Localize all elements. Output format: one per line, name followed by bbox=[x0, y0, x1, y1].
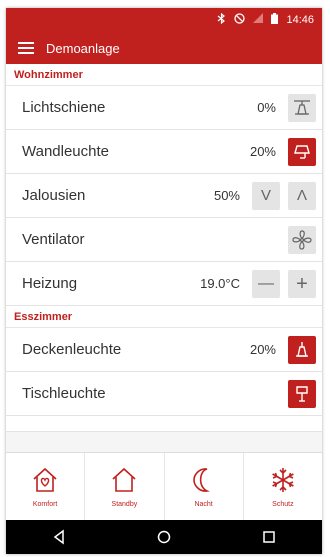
tab-schutz[interactable]: Schutz bbox=[244, 453, 322, 520]
device-label: Lichtschiene bbox=[22, 99, 106, 116]
blinds-up-button[interactable]: Λ bbox=[288, 181, 316, 210]
device-row-heizung[interactable]: Heizung 19.0°C — + bbox=[6, 262, 322, 306]
device-list[interactable]: Wohnzimmer Lichtschiene 0% Wandleuchte 2… bbox=[6, 64, 322, 468]
blinds-down-button[interactable]: V bbox=[252, 181, 280, 210]
device-row-jalousien[interactable]: Jalousien 50% V Λ bbox=[6, 174, 322, 218]
device-label: Wandleuchte bbox=[22, 143, 109, 160]
signal-icon bbox=[253, 13, 264, 27]
light-toggle-button[interactable] bbox=[288, 335, 316, 364]
snowflake-icon bbox=[272, 468, 294, 492]
section-header-esszimmer: Esszimmer bbox=[6, 306, 322, 328]
fan-icon bbox=[292, 229, 312, 250]
status-bar: 14:46 bbox=[6, 8, 322, 32]
table-lamp-icon bbox=[296, 385, 308, 402]
device-row-partial[interactable] bbox=[6, 416, 322, 432]
tab-label: Nacht bbox=[194, 501, 213, 508]
tab-label: Schutz bbox=[272, 501, 294, 508]
tab-label: Komfort bbox=[32, 501, 58, 508]
ceiling-lamp-icon bbox=[294, 99, 310, 115]
wall-lamp-icon bbox=[294, 144, 310, 159]
phone-screen: 14:46 Demoanlage Wohnzimmer Lichtschiene… bbox=[6, 8, 322, 554]
bluetooth-icon bbox=[217, 12, 226, 27]
device-row-ventilator[interactable]: Ventilator bbox=[6, 218, 322, 262]
chevron-down-icon: V bbox=[260, 187, 271, 204]
temperature-value: 19.0°C bbox=[200, 276, 240, 291]
temperature-increase-button[interactable]: + bbox=[288, 269, 316, 298]
tab-standby[interactable]: Standby bbox=[85, 453, 165, 520]
plus-icon: + bbox=[296, 272, 308, 295]
tab-label: Standby bbox=[111, 501, 138, 508]
device-value: 0% bbox=[257, 100, 276, 115]
minus-icon: — bbox=[258, 274, 274, 292]
device-value: 50% bbox=[213, 188, 240, 203]
device-value: 20% bbox=[249, 342, 276, 357]
status-time: 14:46 bbox=[286, 14, 314, 26]
device-label: Deckenleuchte bbox=[22, 341, 122, 358]
device-value: 20% bbox=[249, 144, 276, 159]
temperature-decrease-button[interactable]: — bbox=[252, 269, 280, 298]
hamburger-menu-icon[interactable] bbox=[18, 42, 34, 54]
battery-icon bbox=[271, 13, 279, 27]
moon-icon bbox=[192, 468, 210, 492]
light-toggle-button[interactable] bbox=[288, 379, 316, 408]
device-label: Tischleuchte bbox=[22, 385, 106, 402]
do-not-disturb-icon bbox=[234, 13, 246, 27]
light-toggle-button[interactable] bbox=[288, 137, 316, 166]
house-icon bbox=[112, 467, 136, 492]
device-row-lichtschiene[interactable]: Lichtschiene 0% bbox=[6, 86, 322, 130]
section-header-wohnzimmer: Wohnzimmer bbox=[6, 64, 322, 86]
device-row-wandleuchte[interactable]: Wandleuchte 20% bbox=[6, 130, 322, 174]
light-toggle-button[interactable] bbox=[288, 93, 316, 122]
house-heart-icon bbox=[33, 467, 57, 492]
app-bar: Demoanlage bbox=[6, 32, 322, 64]
tab-komfort[interactable]: Komfort bbox=[6, 453, 86, 520]
recents-icon[interactable] bbox=[261, 529, 277, 545]
system-nav-bar bbox=[6, 520, 322, 554]
device-label: Jalousien bbox=[22, 187, 86, 204]
device-row-deckenleuchte[interactable]: Deckenleuchte 20% bbox=[6, 328, 322, 372]
scene-tab-bar: Komfort Standby Nacht Schutz bbox=[6, 452, 322, 520]
tab-nacht[interactable]: Nacht bbox=[165, 453, 244, 520]
ceiling-lamp-icon bbox=[296, 341, 308, 357]
home-icon[interactable] bbox=[156, 529, 172, 545]
app-title: Demoanlage bbox=[46, 40, 120, 56]
device-row-tischleuchte[interactable]: Tischleuchte bbox=[6, 372, 322, 416]
device-label: Heizung bbox=[22, 275, 78, 292]
back-icon[interactable] bbox=[51, 529, 67, 545]
fan-toggle-button[interactable] bbox=[288, 225, 316, 254]
chevron-up-icon: Λ bbox=[296, 187, 308, 204]
device-label: Ventilator bbox=[22, 231, 85, 248]
